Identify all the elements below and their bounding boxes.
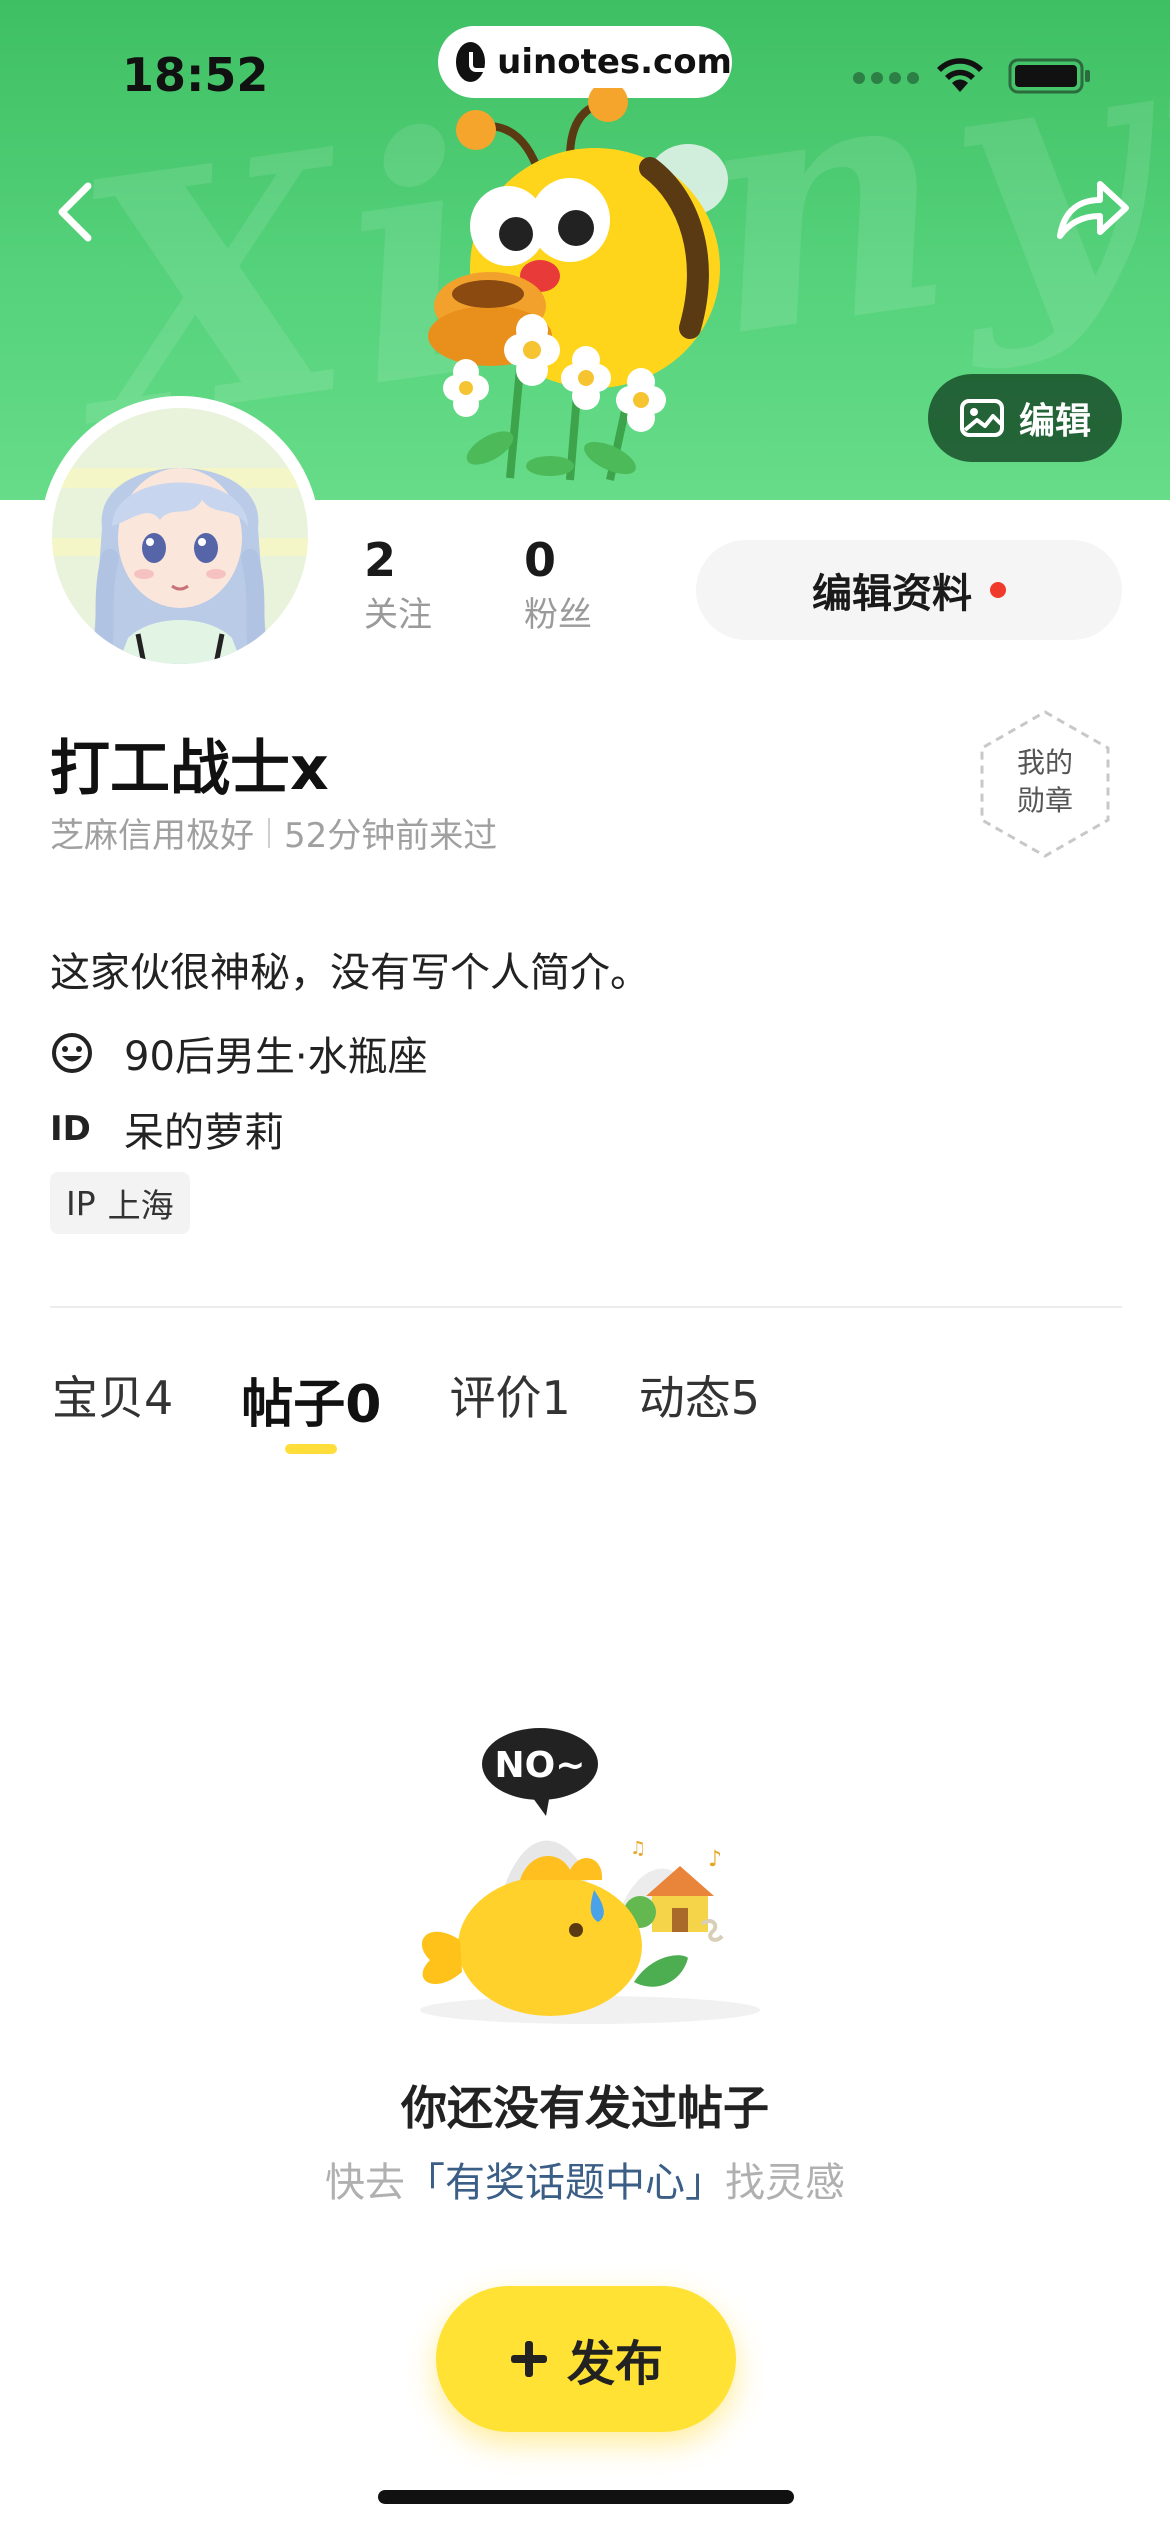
publish-button[interactable]: 发布 bbox=[436, 2286, 736, 2432]
image-icon bbox=[959, 399, 1004, 437]
avatar-image bbox=[52, 408, 308, 667]
wifi-icon bbox=[937, 58, 983, 92]
tab-posts[interactable]: 帖子0 bbox=[241, 1362, 381, 1454]
followers-count: 0 bbox=[524, 533, 557, 587]
followers-label: 粉丝 bbox=[524, 595, 592, 635]
battery-icon bbox=[1008, 58, 1090, 94]
section-divider bbox=[50, 1306, 1122, 1308]
id-value: 呆的萝莉 bbox=[124, 1110, 284, 1156]
medal-label-line1: 我的 bbox=[1016, 746, 1073, 779]
id-label: ID bbox=[50, 1109, 91, 1149]
cellular-signal-icon bbox=[853, 72, 919, 84]
no-bubble-text: NO~ bbox=[495, 1745, 586, 1786]
empty-state-title: 你还没有发过帖子 bbox=[401, 2081, 769, 2135]
stat-following[interactable]: 2 关注 bbox=[364, 530, 432, 640]
status-time: 18:52 bbox=[122, 48, 269, 102]
ip-location-chip: IP 上海 bbox=[50, 1172, 190, 1234]
tab-activity[interactable]: 动态5 bbox=[639, 1362, 760, 1442]
credit-status: 芝麻信用极好 bbox=[50, 816, 254, 856]
medal-label-line2: 勋章 bbox=[1016, 784, 1073, 817]
notification-dot bbox=[990, 582, 1006, 598]
home-indicator[interactable] bbox=[378, 2490, 794, 2504]
empty-state-illustration: ♪ ♫ NO~ bbox=[420, 1728, 760, 2024]
tab-reviews[interactable]: 评价1 bbox=[449, 1362, 570, 1442]
publish-label: 发布 bbox=[566, 2336, 663, 2392]
id-row: ID 呆的萝莉 bbox=[50, 1100, 284, 1158]
demographic-row: 90后男生·水瓶座 bbox=[50, 1024, 428, 1082]
bio-text: 这家伙很神秘，没有写个人简介。 bbox=[50, 950, 650, 996]
last-seen: 52分钟前来过 bbox=[284, 816, 498, 856]
ip-label: IP bbox=[66, 1183, 96, 1223]
topic-center-link[interactable]: 「有奖话题中心」 bbox=[405, 2160, 725, 2206]
subline-separator bbox=[268, 817, 270, 848]
tab-items[interactable]: 宝贝4 bbox=[52, 1362, 173, 1442]
ip-value: 上海 bbox=[107, 1186, 174, 1225]
demographic-text: 90后男生·水瓶座 bbox=[124, 1034, 428, 1080]
plus-icon bbox=[510, 2341, 547, 2377]
hint-prefix: 快去 bbox=[325, 2160, 405, 2206]
stat-followers[interactable]: 0 粉丝 bbox=[524, 530, 592, 640]
bee-mascot-illustration bbox=[428, 88, 728, 481]
edit-profile-button[interactable]: 编辑资料 bbox=[696, 540, 1122, 640]
share-icon[interactable] bbox=[1052, 174, 1132, 244]
active-tab-indicator bbox=[285, 1444, 338, 1454]
smiley-icon bbox=[52, 1033, 92, 1073]
user-subline: 芝麻信用极好 52分钟前来过 bbox=[50, 808, 497, 857]
svg-text:♪: ♪ bbox=[708, 1847, 722, 1872]
edit-background-label: 编辑 bbox=[1018, 401, 1091, 442]
my-medals-link[interactable]: 我的 勋章 bbox=[976, 744, 1114, 820]
url-text: uinotes.com bbox=[497, 42, 732, 82]
back-icon[interactable] bbox=[48, 172, 108, 252]
edit-profile-label: 编辑资料 bbox=[812, 571, 972, 617]
username: 打工战士x bbox=[50, 734, 329, 804]
content-tabs: 宝贝4 帖子0 评价1 动态5 bbox=[52, 1362, 828, 1454]
edit-background-button[interactable]: 编辑 bbox=[928, 374, 1122, 462]
empty-state-hint: 快去「有奖话题中心」找灵感 bbox=[0, 2150, 1170, 2208]
hint-suffix: 找灵感 bbox=[725, 2160, 845, 2206]
site-logo-icon bbox=[456, 42, 492, 82]
svg-text:♫: ♫ bbox=[630, 1838, 646, 1859]
following-label: 关注 bbox=[364, 595, 432, 635]
following-count: 2 bbox=[364, 533, 397, 587]
avatar[interactable] bbox=[40, 396, 320, 676]
